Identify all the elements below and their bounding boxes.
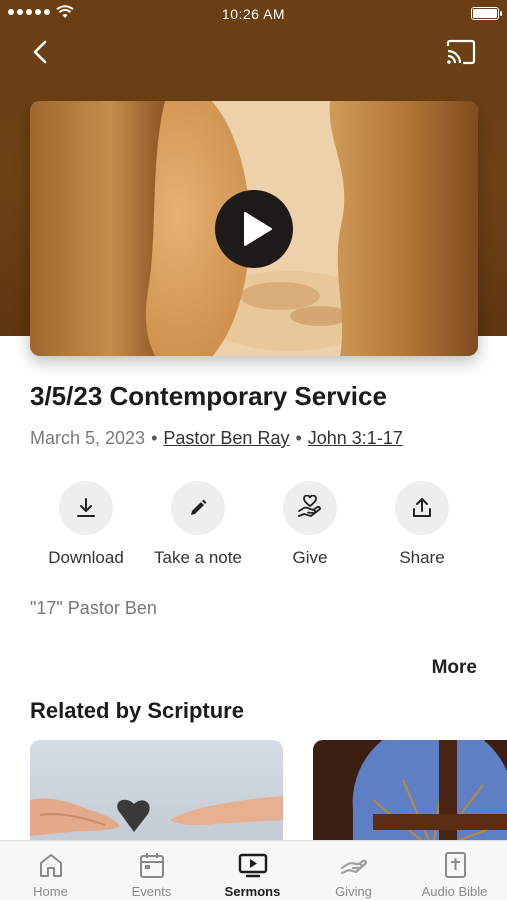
cast-icon[interactable] xyxy=(445,38,477,66)
separator-dot: • xyxy=(295,428,302,448)
download-icon xyxy=(59,481,113,535)
download-label: Download xyxy=(48,548,124,567)
tab-giving[interactable]: Giving xyxy=(303,841,404,900)
share-button[interactable]: Share xyxy=(366,481,478,568)
give-label: Give xyxy=(292,548,328,567)
take-note-button[interactable]: Take a note xyxy=(142,481,254,568)
bottom-tab-bar: Home Events Sermons Giving Audio Bible xyxy=(0,840,507,900)
play-button[interactable] xyxy=(215,190,293,268)
giving-hand-icon xyxy=(340,859,368,875)
pencil-icon xyxy=(171,481,225,535)
home-icon xyxy=(40,854,62,877)
tab-sermons[interactable]: Sermons xyxy=(202,841,303,900)
sermon-meta: March 5, 2023 • Pastor Ben Ray • John 3:1-17 xyxy=(30,428,403,449)
tab-sermons-label: Sermons xyxy=(224,884,281,899)
tab-home[interactable]: Home xyxy=(0,841,101,900)
download-button[interactable]: Download xyxy=(30,481,142,568)
speaker-link[interactable]: Pastor Ben Ray xyxy=(163,428,289,448)
sermon-title: 3/5/23 Contemporary Service xyxy=(30,381,387,411)
battery-icon xyxy=(471,7,502,20)
calendar-icon xyxy=(140,853,164,878)
back-button[interactable] xyxy=(26,36,56,68)
sermon-date: March 5, 2023 xyxy=(30,428,146,448)
share-label: Share xyxy=(399,548,445,567)
sermon-description: "17" Pastor Ben xyxy=(30,598,157,618)
sermon-video-player[interactable] xyxy=(30,101,478,356)
give-button[interactable]: Give xyxy=(254,481,366,568)
take-note-label: Take a note xyxy=(154,548,242,567)
related-card[interactable] xyxy=(313,740,507,850)
giving-hand-heart-icon xyxy=(283,481,337,535)
tab-audio-bible-label: Audio Bible xyxy=(421,884,488,899)
tab-audio-bible[interactable]: Audio Bible xyxy=(404,841,505,900)
play-icon xyxy=(244,212,272,246)
hands-heart-thumbnail-image xyxy=(30,740,283,850)
tv-play-icon xyxy=(238,853,268,878)
related-section-title: Related by Scripture xyxy=(30,698,244,723)
share-icon xyxy=(395,481,449,535)
tab-events[interactable]: Events xyxy=(101,841,202,900)
status-bar: 10:26 AM xyxy=(0,0,507,28)
scripture-link[interactable]: John 3:1-17 xyxy=(308,428,403,448)
tab-home-label: Home xyxy=(33,884,68,899)
more-button[interactable]: More xyxy=(432,657,477,679)
action-row: Download Take a note Give Share xyxy=(30,481,478,573)
bible-icon xyxy=(445,852,466,878)
separator-dot: • xyxy=(151,428,158,448)
tab-events-label: Events xyxy=(131,884,172,899)
stained-glass-cross-thumbnail-image xyxy=(313,740,507,850)
related-card[interactable] xyxy=(30,740,283,850)
status-time: 10:26 AM xyxy=(221,6,286,22)
tab-giving-label: Giving xyxy=(335,884,372,899)
